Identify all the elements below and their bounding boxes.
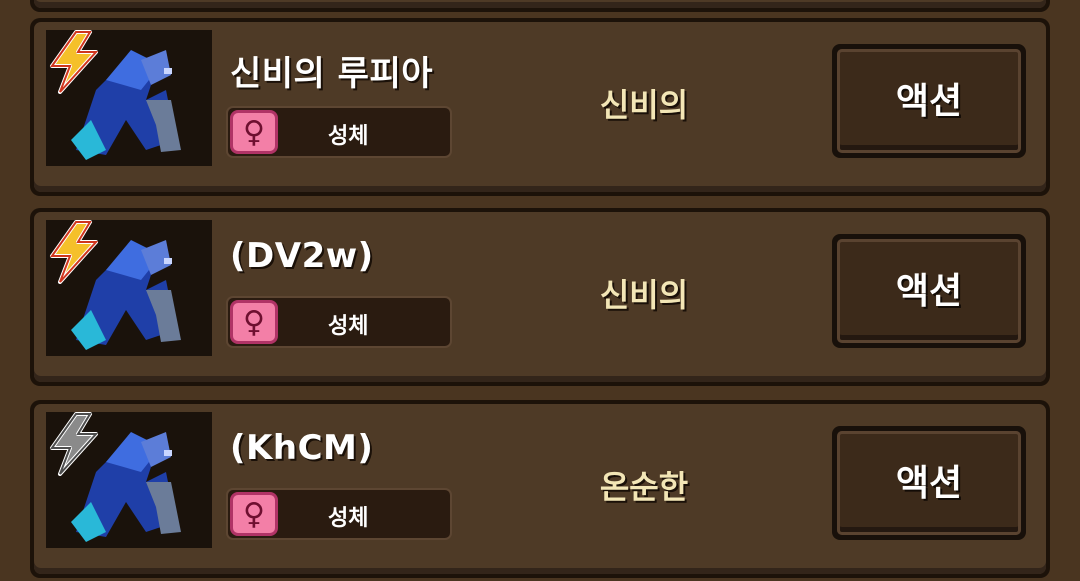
pet-name: (KhCM) xyxy=(230,428,374,468)
action-button[interactable]: 액션 xyxy=(832,44,1026,158)
pet-portrait xyxy=(46,30,212,166)
pet-card[interactable]: (DV2w) ♀ 성체 신비의 액션 xyxy=(30,208,1050,386)
pet-portrait xyxy=(46,412,212,548)
action-button-label: 액션 xyxy=(895,81,963,122)
pet-list: 신비의 루피아 ♀ 성체 신비의 액션 (DV2w) ♀ 성체 신비의 액션 (… xyxy=(0,0,1080,581)
female-icon: ♀ xyxy=(230,110,278,154)
action-button-label: 액션 xyxy=(895,271,963,312)
pet-card[interactable]: (KhCM) ♀ 성체 온순한 액션 xyxy=(30,400,1050,578)
female-icon: ♀ xyxy=(230,300,278,344)
action-button[interactable]: 액션 xyxy=(832,234,1026,348)
pet-name: 신비의 루피아 xyxy=(230,54,434,94)
pet-type-label: 성체 xyxy=(328,314,369,339)
pet-name: (DV2w) xyxy=(230,236,374,276)
pet-type-label: 성체 xyxy=(328,506,369,531)
female-icon: ♀ xyxy=(230,492,278,536)
pet-card-partial xyxy=(30,0,1050,12)
pet-trait: 온순한 xyxy=(599,468,689,506)
energy-bolt-empty-icon xyxy=(50,412,99,476)
pet-portrait xyxy=(46,220,212,356)
pet-trait: 신비의 xyxy=(599,276,689,314)
energy-bolt-icon xyxy=(50,30,99,94)
pet-card[interactable]: 신비의 루피아 ♀ 성체 신비의 액션 xyxy=(30,18,1050,196)
pet-tag: ♀ 성체 xyxy=(226,296,452,348)
action-button[interactable]: 액션 xyxy=(832,426,1026,540)
pet-tag: ♀ 성체 xyxy=(226,106,452,158)
pet-type-label: 성체 xyxy=(328,124,369,149)
energy-bolt-icon xyxy=(50,220,99,284)
pet-tag: ♀ 성체 xyxy=(226,488,452,540)
pet-trait: 신비의 xyxy=(599,86,689,124)
action-button-label: 액션 xyxy=(895,463,963,504)
